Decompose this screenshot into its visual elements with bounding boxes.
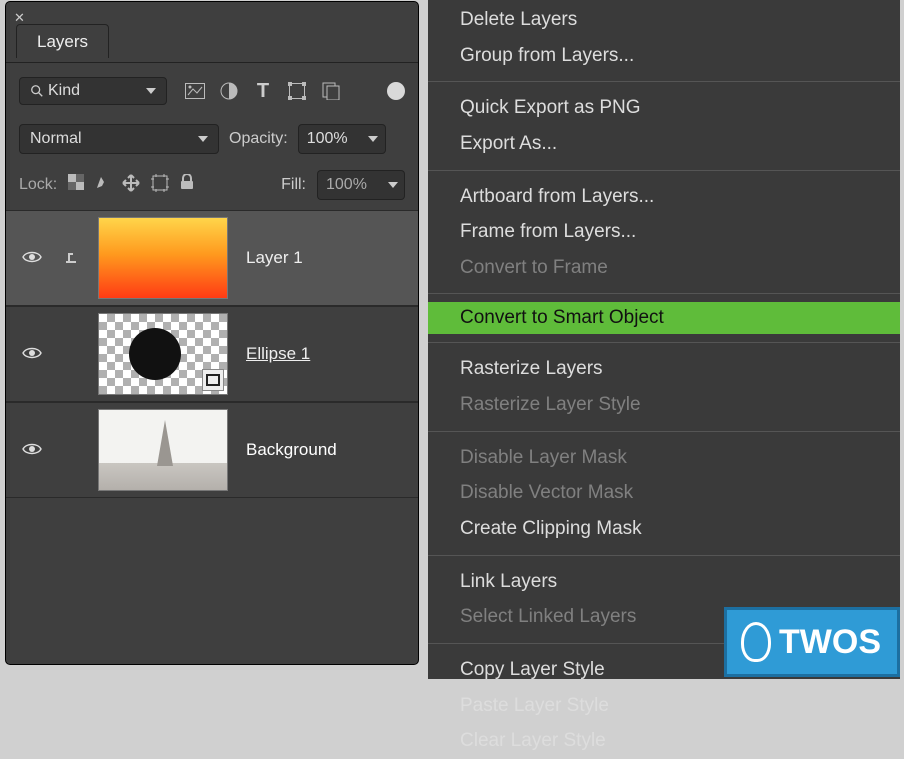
layer-row[interactable]: Layer 1	[6, 210, 418, 306]
opacity-field[interactable]: 100%	[298, 124, 386, 154]
menu-separator	[428, 81, 900, 82]
fill-label: Fill:	[281, 176, 306, 194]
menu-item[interactable]: Rasterize Layers	[428, 351, 900, 387]
lock-artboard-icon[interactable]	[151, 174, 169, 197]
layer-thumbnail[interactable]	[98, 313, 228, 395]
visibility-icon[interactable]	[20, 440, 44, 461]
blend-mode-dropdown[interactable]: Normal	[19, 124, 219, 154]
bulb-icon	[741, 622, 771, 662]
lock-image-icon[interactable]	[95, 174, 111, 197]
lock-transparency-icon[interactable]	[68, 174, 84, 197]
menu-item[interactable]: Artboard from Layers...	[428, 179, 900, 215]
menu-item: Rasterize Layer Style	[428, 387, 900, 423]
layer-name[interactable]: Layer 1	[246, 248, 303, 268]
layer-context-menu: Delete Layers Group from Layers... Quick…	[428, 0, 900, 679]
menu-item: Disable Vector Mask	[428, 475, 900, 511]
tab-layers[interactable]: Layers	[16, 24, 109, 58]
menu-item[interactable]: Create Clipping Mask	[428, 511, 900, 547]
layer-row[interactable]: Background	[6, 402, 418, 498]
chevron-down-icon	[388, 182, 398, 188]
lock-position-icon[interactable]	[122, 174, 140, 197]
divider	[6, 62, 418, 63]
menu-separator	[428, 170, 900, 171]
chevron-down-icon	[368, 136, 378, 142]
filter-kind-dropdown[interactable]: Kind	[19, 77, 167, 105]
logo-text: TWOS	[779, 623, 881, 662]
menu-item: Disable Layer Mask	[428, 440, 900, 476]
fill-value[interactable]: 100%	[317, 170, 381, 200]
watermark-logo: TWOS	[724, 607, 900, 677]
fill-dropdown[interactable]	[381, 170, 405, 200]
opacity-value[interactable]: 100%	[298, 124, 362, 154]
menu-item[interactable]: Clear Layer Style	[428, 723, 900, 759]
filter-type-icon[interactable]: T	[249, 77, 277, 105]
panel-tabbar: Layers	[16, 32, 109, 52]
menu-item[interactable]: Group from Layers...	[428, 38, 900, 74]
menu-separator	[428, 342, 900, 343]
menu-item-convert-smart-object[interactable]: Convert to Smart Object	[428, 302, 900, 334]
filter-adjustment-icon[interactable]	[215, 77, 243, 105]
filter-toggle-icon[interactable]	[387, 82, 405, 100]
opacity-label: Opacity:	[229, 130, 288, 148]
visibility-icon[interactable]	[20, 248, 44, 269]
layer-list: Layer 1 Ellipse 1 Background	[6, 210, 418, 498]
chevron-down-icon	[198, 136, 208, 142]
shape-badge-icon	[202, 369, 224, 391]
lock-all-icon[interactable]	[180, 174, 194, 197]
visibility-icon[interactable]	[20, 344, 44, 365]
fill-field[interactable]: 100%	[317, 170, 405, 200]
filter-pixel-icon[interactable]	[181, 77, 209, 105]
menu-item: Convert to Frame	[428, 250, 900, 286]
menu-item[interactable]: Paste Layer Style	[428, 688, 900, 724]
blend-mode-value: Normal	[30, 130, 82, 148]
menu-item[interactable]: Link Layers	[428, 564, 900, 600]
menu-item[interactable]: Quick Export as PNG	[428, 90, 900, 126]
menu-separator	[428, 431, 900, 432]
menu-separator	[428, 293, 900, 294]
menu-item[interactable]: Frame from Layers...	[428, 214, 900, 250]
menu-item[interactable]: Delete Layers	[428, 2, 900, 38]
menu-item[interactable]: Export As...	[428, 126, 900, 162]
lock-label: Lock:	[19, 176, 57, 194]
search-icon	[30, 84, 44, 98]
layer-name[interactable]: Ellipse 1	[246, 344, 310, 364]
filter-kind-label: Kind	[48, 82, 80, 100]
layer-name[interactable]: Background	[246, 440, 337, 460]
opacity-dropdown[interactable]	[362, 124, 386, 154]
chevron-down-icon	[146, 88, 156, 94]
filter-smartobject-icon[interactable]	[317, 77, 345, 105]
filter-shape-icon[interactable]	[283, 77, 311, 105]
layer-row[interactable]: Ellipse 1	[6, 306, 418, 402]
menu-separator	[428, 555, 900, 556]
layer-thumbnail[interactable]	[98, 217, 228, 299]
layers-panel: ✕ Layers Kind T Normal Opacity: 100%	[6, 2, 418, 664]
layer-badge	[44, 251, 98, 265]
layer-thumbnail[interactable]	[98, 409, 228, 491]
